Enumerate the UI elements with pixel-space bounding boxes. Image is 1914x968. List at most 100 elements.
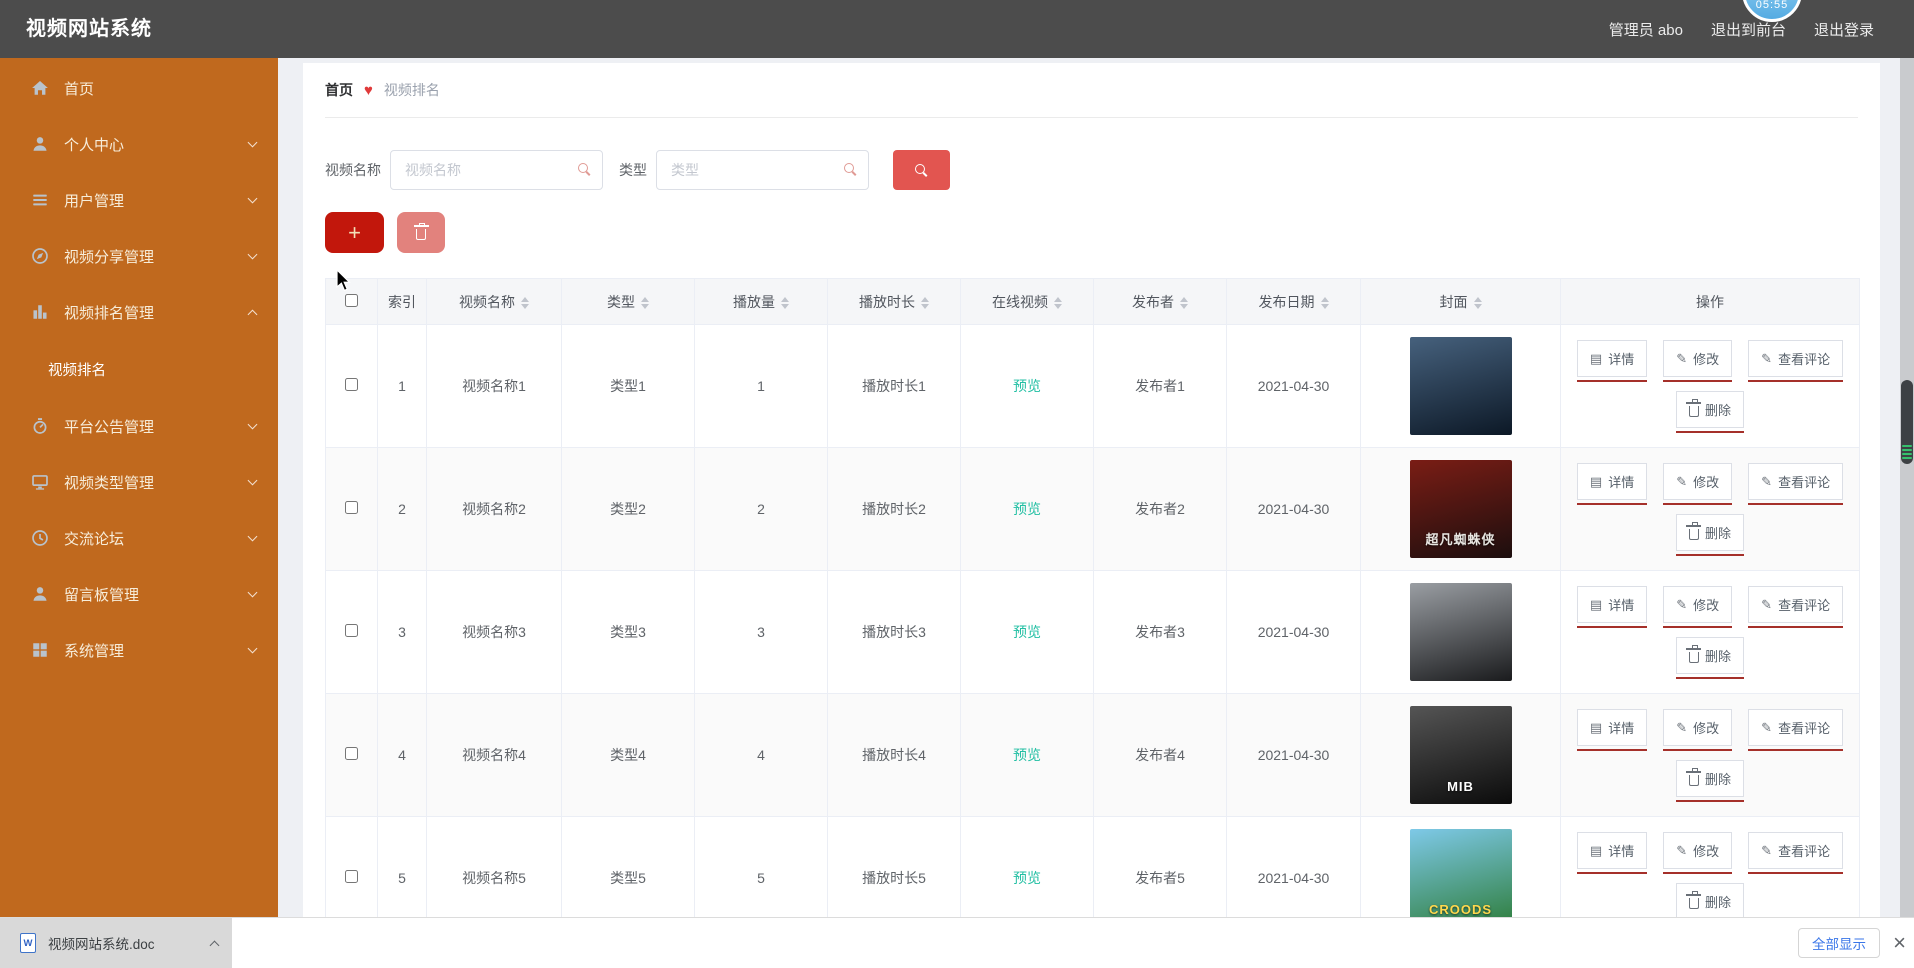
sidebar-item-notice[interactable]: 平台公告管理 <box>0 398 278 454</box>
cell-index: 1 <box>377 324 427 448</box>
trash-icon <box>413 222 429 240</box>
col-publisher[interactable]: 发布者 <box>1093 278 1227 325</box>
sort-icon[interactable] <box>1180 296 1188 309</box>
add-button[interactable]: + <box>325 212 384 253</box>
action-detail-button[interactable]: ▤ 详情 <box>1576 585 1648 623</box>
logout-link[interactable]: 退出登录 <box>1814 19 1874 40</box>
row-checkbox[interactable] <box>345 624 358 637</box>
sidebar-item-home[interactable]: 首页 <box>0 60 278 116</box>
sidebar-item-system[interactable]: 系统管理 <box>0 622 278 678</box>
type-label: 类型 <box>619 162 647 178</box>
cell-index: 2 <box>377 447 427 571</box>
row-checkbox[interactable] <box>345 870 358 883</box>
cell-publisher: 发布者4 <box>1093 693 1227 817</box>
sidebar-item-video-rank-manage[interactable]: 视频排名管理 <box>0 284 278 340</box>
chevron-down-icon <box>247 419 258 429</box>
action-label: 修改 <box>1693 720 1720 736</box>
pencil-icon: ✎ <box>1761 842 1773 858</box>
preview-link[interactable]: 预览 <box>1013 501 1041 517</box>
poster-title: CROODS <box>1428 902 1493 917</box>
row-checkbox[interactable] <box>345 378 358 391</box>
sort-icon[interactable] <box>921 296 929 309</box>
action-detail-button[interactable]: ▤ 详情 <box>1576 708 1648 746</box>
action-detail-button[interactable]: ▤ 详情 <box>1576 339 1648 377</box>
cell-online: 预览 <box>960 324 1094 448</box>
app-title: 视频网站系统 <box>26 18 152 40</box>
col-online[interactable]: 在线视频 <box>960 278 1094 325</box>
preview-link[interactable]: 预览 <box>1013 870 1041 886</box>
cell-plays: 2 <box>694 447 828 571</box>
close-icon[interactable]: × <box>1893 928 1906 958</box>
cell-duration: 播放时长2 <box>827 447 961 571</box>
action-edit-button[interactable]: ✎ 修改 <box>1663 339 1733 377</box>
scrollbar-track[interactable] <box>1900 58 1914 968</box>
action-comments-button[interactable]: ✎ 查看评论 <box>1748 585 1844 623</box>
action-comments-button[interactable]: ✎ 查看评论 <box>1748 708 1844 746</box>
action-underline: ✎ 查看评论 <box>1748 462 1844 505</box>
scrollbar-thumb[interactable] <box>1901 380 1913 464</box>
action-detail-button[interactable]: ▤ 详情 <box>1576 831 1648 869</box>
download-chip[interactable]: W 视频网站系统.doc <box>0 918 232 968</box>
search-button[interactable] <box>893 150 950 190</box>
action-edit-button[interactable]: ✎ 修改 <box>1663 585 1733 623</box>
sidebar-item-profile[interactable]: 个人中心 <box>0 116 278 172</box>
breadcrumb-home[interactable]: 首页 <box>325 80 353 100</box>
action-edit-button[interactable]: ✎ 修改 <box>1663 708 1733 746</box>
column-label: 播放时长 <box>859 293 915 310</box>
action-underline: ✎ 修改 <box>1663 585 1733 628</box>
sort-icon[interactable] <box>521 296 529 309</box>
action-comments-button[interactable]: ✎ 查看评论 <box>1748 339 1844 377</box>
cover-image <box>1409 583 1512 681</box>
action-delete-button[interactable]: 删除 <box>1675 759 1744 797</box>
action-detail-button[interactable]: ▤ 详情 <box>1576 462 1648 500</box>
action-label: 详情 <box>1608 720 1635 736</box>
preview-link[interactable]: 预览 <box>1013 747 1041 763</box>
sort-icon[interactable] <box>641 296 649 309</box>
doc-icon: ▤ <box>1589 473 1603 489</box>
col-plays[interactable]: 播放量 <box>694 278 828 325</box>
action-delete-button[interactable]: 删除 <box>1675 513 1744 551</box>
sort-icon[interactable] <box>1054 296 1062 309</box>
select-all-checkbox[interactable] <box>345 293 358 307</box>
action-edit-button[interactable]: ✎ 修改 <box>1663 462 1733 500</box>
cell-select <box>325 570 378 694</box>
cell-publisher: 发布者2 <box>1093 447 1227 571</box>
delete-button[interactable] <box>397 212 445 253</box>
sort-icon[interactable] <box>1320 296 1329 309</box>
preview-link[interactable]: 预览 <box>1013 624 1041 640</box>
sidebar-item-video-share[interactable]: 视频分享管理 <box>0 228 278 284</box>
sidebar-subitem-video-rank[interactable]: 视频排名 <box>0 340 278 398</box>
cell-video-name: 视频名称4 <box>426 693 562 817</box>
sidebar-item-video-type[interactable]: 视频类型管理 <box>0 454 278 510</box>
action-delete-button[interactable]: 删除 <box>1675 390 1744 428</box>
sidebar-item-label: 用户管理 <box>64 192 125 210</box>
col-date[interactable]: 发布日期 <box>1226 278 1361 325</box>
action-delete-button[interactable]: 删除 <box>1675 882 1744 920</box>
row-checkbox[interactable] <box>345 747 358 760</box>
cell-index: 4 <box>377 693 427 817</box>
preview-link[interactable]: 预览 <box>1013 378 1041 394</box>
cell-date: 2021-04-30 <box>1226 693 1361 817</box>
action-delete-button[interactable]: 删除 <box>1675 636 1744 674</box>
action-label: 删除 <box>1704 402 1731 418</box>
action-edit-button[interactable]: ✎ 修改 <box>1663 831 1733 869</box>
sidebar-item-message-board[interactable]: 留言板管理 <box>0 566 278 622</box>
sidebar-item-user-manage[interactable]: 用户管理 <box>0 172 278 228</box>
action-comments-button[interactable]: ✎ 查看评论 <box>1748 462 1844 500</box>
chevron-up-icon[interactable] <box>209 940 220 950</box>
show-all-button[interactable]: 全部显示 <box>1798 928 1880 958</box>
cover-image: CROODS <box>1409 829 1512 927</box>
col-name[interactable]: 视频名称 <box>426 278 562 325</box>
sort-icon[interactable] <box>1473 296 1482 309</box>
action-label: 修改 <box>1693 351 1720 367</box>
sort-icon[interactable] <box>781 296 789 309</box>
type-input[interactable] <box>656 150 869 190</box>
col-cover[interactable]: 封面 <box>1360 278 1561 325</box>
col-duration[interactable]: 播放时长 <box>827 278 961 325</box>
clock-icon <box>30 528 50 548</box>
action-comments-button[interactable]: ✎ 查看评论 <box>1748 831 1844 869</box>
col-type[interactable]: 类型 <box>561 278 695 325</box>
video-name-input[interactable] <box>390 150 603 190</box>
row-checkbox[interactable] <box>345 501 358 514</box>
sidebar-item-forum[interactable]: 交流论坛 <box>0 510 278 566</box>
